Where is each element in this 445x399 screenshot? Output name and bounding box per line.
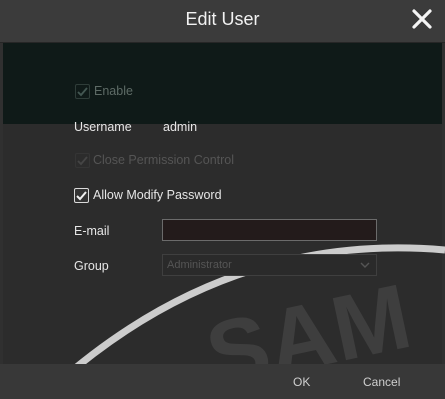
allow-modify-password-label: Allow Modify Password xyxy=(93,188,222,202)
group-label: Group xyxy=(74,259,109,273)
close-permission-label: Close Permission Control xyxy=(93,153,235,167)
edit-user-dialog: Edit User SAM Enable Username admin Clos… xyxy=(0,0,445,399)
email-label: E-mail xyxy=(74,224,110,238)
enable-checkbox[interactable] xyxy=(75,84,90,99)
top-panel xyxy=(3,43,442,124)
username-label: Username xyxy=(74,120,132,134)
cancel-button[interactable]: Cancel xyxy=(363,375,400,389)
checkmark-icon xyxy=(76,191,87,201)
dialog-title: Edit User xyxy=(185,9,260,29)
email-field[interactable] xyxy=(162,219,377,241)
chevron-down-icon xyxy=(360,262,370,268)
close-button[interactable] xyxy=(409,6,435,32)
group-select[interactable]: Administrator xyxy=(162,254,377,276)
checkmark-icon xyxy=(77,87,88,97)
allow-modify-password-checkbox[interactable] xyxy=(74,188,89,203)
close-icon xyxy=(412,9,432,29)
title-bar: Edit User xyxy=(0,0,445,43)
enable-label: Enable xyxy=(94,84,133,98)
checkmark-icon xyxy=(77,156,88,166)
close-permission-checkbox[interactable] xyxy=(75,153,90,168)
username-value: admin xyxy=(163,120,198,134)
group-selected-value: Administrator xyxy=(167,259,232,271)
ok-button[interactable]: OK xyxy=(293,375,310,389)
